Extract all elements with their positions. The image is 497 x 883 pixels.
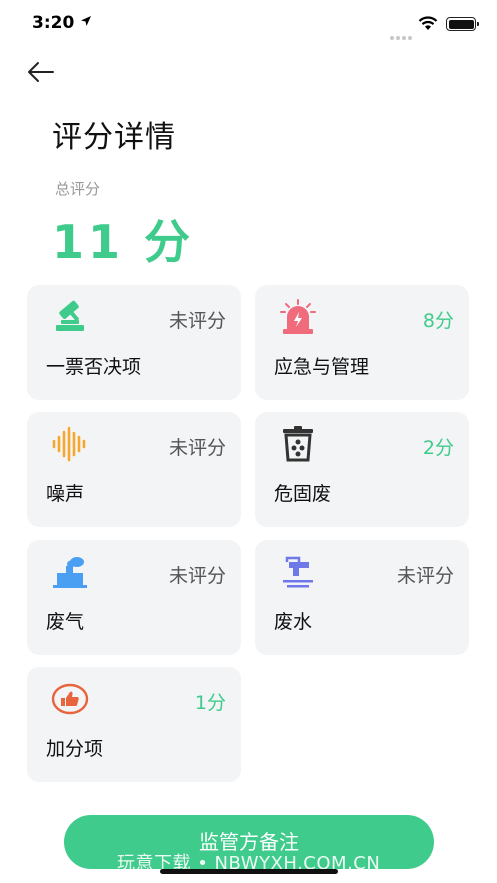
card-name: 废气 bbox=[46, 611, 85, 633]
card-exhaust-gas[interactable]: 未评分 废气 bbox=[27, 540, 241, 655]
total-score-value: 11 分 bbox=[52, 215, 195, 269]
card-noise[interactable]: 未评分 噪声 bbox=[27, 412, 241, 527]
card-score: 1分 bbox=[194, 692, 226, 714]
card-veto-items[interactable]: 未评分 一票否决项 bbox=[27, 285, 241, 400]
card-wastewater[interactable]: 未评分 废水 bbox=[255, 540, 469, 655]
card-hazardous-waste[interactable]: 2分 危固废 bbox=[255, 412, 469, 527]
gavel-icon bbox=[56, 300, 84, 331]
card-score: 未评分 bbox=[168, 565, 226, 587]
card-score: 未评分 bbox=[168, 310, 226, 332]
page-title: 评分详情 bbox=[52, 120, 176, 155]
card-name: 废水 bbox=[274, 611, 313, 633]
home-indicator bbox=[160, 869, 338, 874]
thumbs-up-icon bbox=[51, 683, 89, 715]
back-button[interactable] bbox=[26, 60, 56, 84]
cellular-signal-icon bbox=[390, 25, 414, 44]
status-bar: 3:20 bbox=[0, 0, 497, 50]
card-score: 2分 bbox=[422, 437, 454, 459]
card-name: 应急与管理 bbox=[274, 356, 370, 378]
card-score: 未评分 bbox=[168, 437, 226, 459]
card-score: 8分 bbox=[422, 310, 454, 332]
card-name: 噪声 bbox=[46, 483, 85, 505]
card-emergency-management[interactable]: 8分 应急与管理 bbox=[255, 285, 469, 400]
total-score-label: 总评分 bbox=[55, 180, 101, 198]
location-arrow-icon bbox=[81, 16, 91, 26]
card-name: 加分项 bbox=[46, 738, 104, 760]
card-name: 危固废 bbox=[274, 483, 332, 505]
card-score: 未评分 bbox=[396, 565, 454, 587]
waste-bin-icon bbox=[283, 426, 313, 462]
back-arrow-icon bbox=[28, 62, 54, 82]
status-time: 3:20 bbox=[32, 13, 75, 33]
battery-icon bbox=[446, 17, 479, 31]
water-faucet-icon bbox=[283, 556, 313, 588]
alarm-siren-icon bbox=[280, 299, 316, 334]
card-bonus-items[interactable]: 1分 加分项 bbox=[27, 667, 241, 782]
factory-smoke-icon bbox=[53, 557, 87, 588]
card-name: 一票否决项 bbox=[46, 356, 142, 378]
sound-wave-icon bbox=[52, 426, 86, 462]
wifi-icon bbox=[418, 16, 438, 30]
